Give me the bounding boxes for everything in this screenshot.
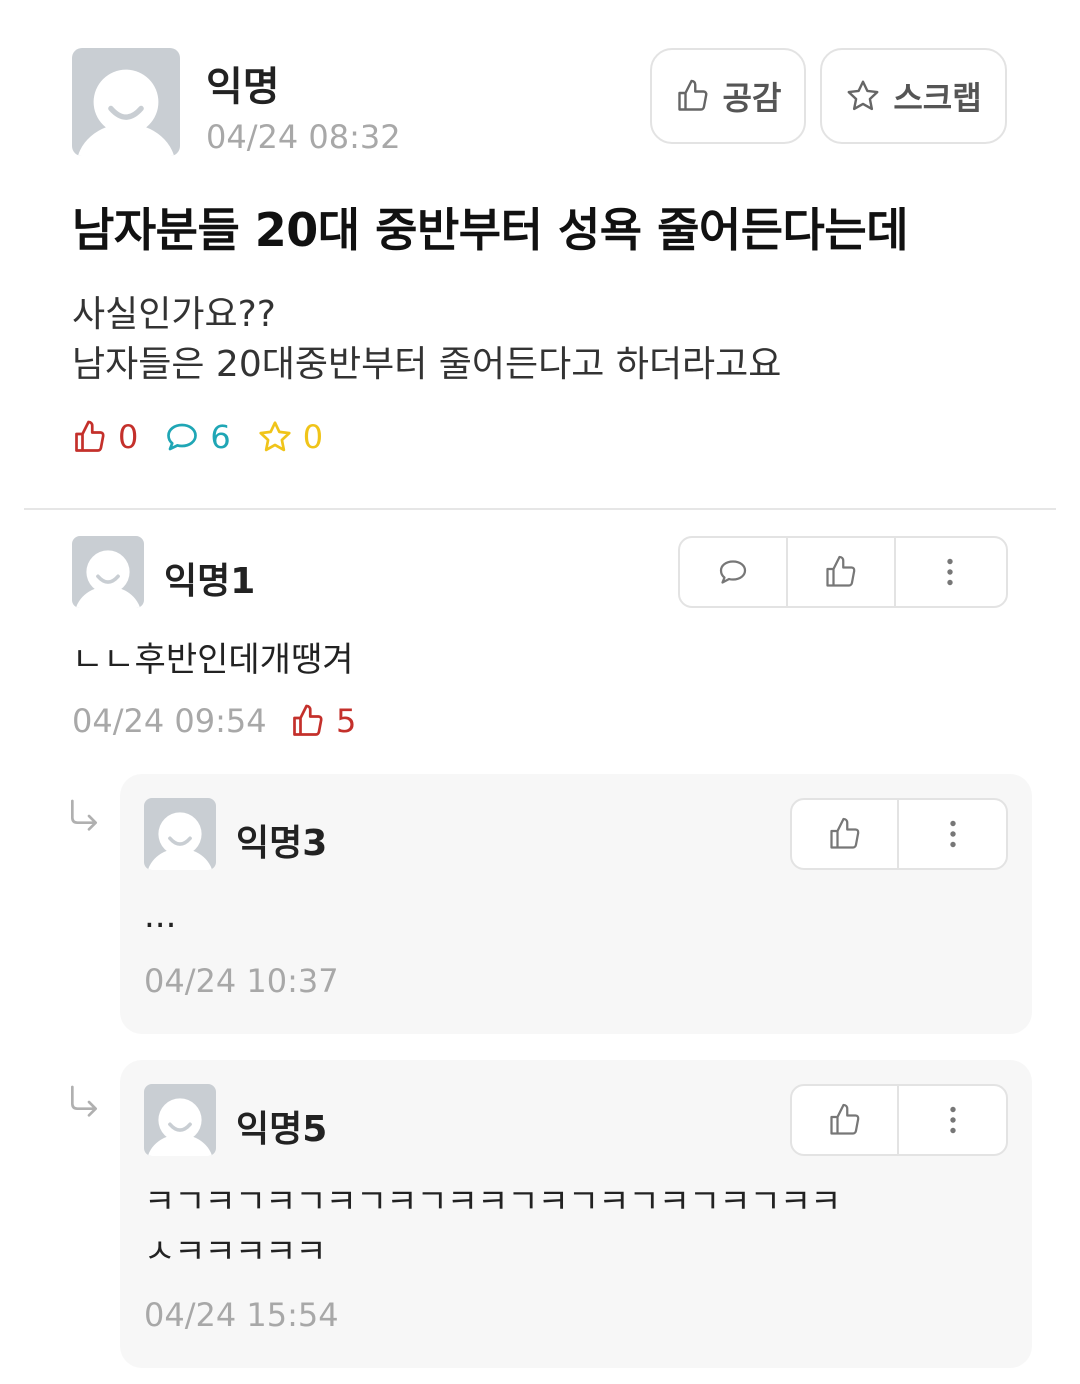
avatar-icon xyxy=(75,550,141,608)
reply-arrow-icon xyxy=(71,799,97,831)
comment-count: 6 xyxy=(210,418,231,456)
reply-more-button[interactable] xyxy=(899,1086,1006,1154)
post-stats: 0 6 0 xyxy=(72,418,349,456)
post-body-line: 남자들은 20대중반부터 줄어든다고 하더라고요 xyxy=(72,344,782,385)
more-vertical-icon xyxy=(949,820,956,848)
reply-text-line: ㅅㅋㅋㅋㅋㅋ xyxy=(144,1232,327,1272)
reply-card: 익명3 ... 04/24 10:37 xyxy=(120,774,1032,1034)
scrap-button-label: 스크랩 xyxy=(893,79,982,117)
thumbs-up-icon xyxy=(826,555,856,587)
speech-bubble-icon xyxy=(167,423,198,451)
thumbs-up-icon xyxy=(75,420,105,452)
speech-bubble-icon xyxy=(719,560,747,584)
comment-like-count: 5 xyxy=(290,702,356,740)
comment-stat: 6 xyxy=(164,418,231,456)
reply-text-line: ㅋㄱㅋㄱㅋㄱㅋㄱㅋㄱㅋㅋㄱㅋㄱㅋㄱㅋㄱㅋㄱㅋㅋ xyxy=(144,1182,841,1222)
reply-like-button[interactable] xyxy=(792,1086,900,1154)
more-button[interactable] xyxy=(896,538,1004,606)
star-icon xyxy=(847,80,879,111)
scrap-stat: 0 xyxy=(257,418,323,456)
divider xyxy=(24,508,1056,510)
thumbs-up-icon xyxy=(829,817,859,849)
reply-more-button[interactable] xyxy=(899,800,1006,868)
comment-like-number: 5 xyxy=(336,702,357,740)
avatar-icon xyxy=(147,1098,213,1156)
like-stat: 0 xyxy=(72,418,138,456)
post-title: 남자분들 20대 중반부터 성욕 줄어든다는데 xyxy=(72,203,909,257)
comment-avatar xyxy=(72,536,144,608)
post-body-line: 사실인가요?? xyxy=(72,294,276,335)
scrap-count: 0 xyxy=(302,418,324,456)
reply-time: 04/24 10:37 xyxy=(144,962,339,1000)
thumbs-up-icon xyxy=(829,1103,859,1135)
reply-text: ... xyxy=(144,896,177,936)
like-button[interactable]: 공감 xyxy=(650,48,806,144)
post-author: 익명 xyxy=(206,64,280,110)
avatar-icon xyxy=(147,812,213,870)
post-avatar xyxy=(72,48,180,156)
reply-button[interactable] xyxy=(680,538,788,606)
reply-avatar xyxy=(144,1084,216,1156)
comment-author: 익명1 xyxy=(164,561,256,602)
reply-author: 익명5 xyxy=(236,1109,328,1150)
comment-time: 04/24 09:54 xyxy=(72,702,267,740)
reply-time: 04/24 15:54 xyxy=(144,1296,339,1334)
like-count: 0 xyxy=(118,418,139,456)
reply-actions xyxy=(790,1084,1008,1156)
more-vertical-icon xyxy=(947,558,953,586)
reply-author: 익명3 xyxy=(236,823,328,864)
more-vertical-icon xyxy=(949,1106,956,1134)
reply-card: 익명5 ㅋㄱㅋㄱㅋㄱㅋㄱㅋㄱㅋㅋㄱㅋㄱㅋㄱㅋㄱㅋㄱㅋㅋ ㅅㅋㅋㅋㅋㅋ 04/24… xyxy=(120,1060,1032,1368)
thumbs-up-icon xyxy=(293,704,323,736)
star-icon xyxy=(259,421,291,452)
comment-like-button[interactable] xyxy=(788,538,896,606)
post-time: 04/24 08:32 xyxy=(206,118,401,156)
avatar-icon xyxy=(77,69,175,156)
like-button-label: 공감 xyxy=(722,79,782,117)
comment-actions xyxy=(678,536,1008,608)
post-body: 사실인가요?? 남자들은 20대중반부터 줄어든다고 하더라고요 xyxy=(72,290,781,390)
reply-arrow-icon xyxy=(71,1085,97,1117)
reply-like-button[interactable] xyxy=(792,800,900,868)
scrap-button[interactable]: 스크랩 xyxy=(820,48,1007,144)
comment-text: ㄴㄴ후반인데개땡겨 xyxy=(72,640,354,680)
reply-avatar xyxy=(144,798,216,870)
thumbs-up-icon xyxy=(677,79,707,111)
reply-actions xyxy=(790,798,1008,870)
